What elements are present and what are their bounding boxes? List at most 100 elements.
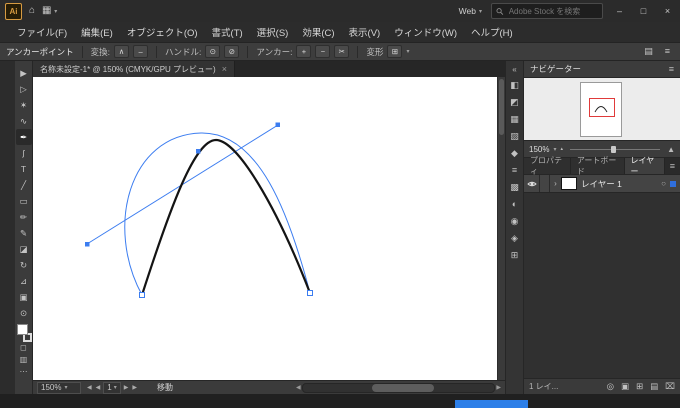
color-panel-icon[interactable]: ◧ <box>510 77 519 94</box>
links-panel-icon[interactable]: ⊞ <box>511 247 519 264</box>
scroll-right-button[interactable]: ▶ <box>496 384 501 391</box>
symbols-panel-icon[interactable]: ◆ <box>511 145 518 162</box>
rotate-tool[interactable]: ↻ <box>16 257 32 273</box>
horizontal-scrollbar[interactable]: ◀ ▶ <box>296 382 501 393</box>
tab-layers[interactable]: レイヤー <box>624 156 665 176</box>
make-mask-icon[interactable]: ▣ <box>621 381 629 392</box>
last-artboard-button[interactable]: ▶ <box>131 384 138 391</box>
edit-toolbar-icon[interactable]: ⋯ <box>20 366 28 378</box>
new-sublayer-icon[interactable]: ⊞ <box>636 381 643 392</box>
chevron-down-icon[interactable]: ▾ <box>553 146 556 153</box>
rectangle-tool[interactable]: ▭ <box>16 193 32 209</box>
menu-item-view[interactable]: 表示(V) <box>342 25 388 39</box>
first-artboard-button[interactable]: ◀ <box>86 384 93 391</box>
navigator-preview[interactable] <box>524 78 680 141</box>
panel-menu-icon[interactable]: ≡ <box>665 46 670 57</box>
layer-thumbnail[interactable] <box>561 177 577 190</box>
menu-item-object[interactable]: オブジェクト(O) <box>120 25 205 39</box>
scale-tool[interactable]: ⊿ <box>16 273 32 289</box>
hide-handles-button[interactable]: ⊘ <box>224 45 240 58</box>
close-button[interactable]: × <box>660 6 675 16</box>
collapse-dock-icon[interactable]: « <box>512 63 516 77</box>
draw-mode-icon[interactable]: ◻ <box>20 342 27 354</box>
prev-artboard-button[interactable]: ◀ <box>95 384 102 391</box>
panel-menu-icon[interactable]: ≡ <box>665 158 680 174</box>
brushes-panel-icon[interactable]: ▨ <box>510 128 519 145</box>
handle-end-right[interactable] <box>275 122 281 128</box>
anchor-point-mid[interactable] <box>196 149 201 154</box>
menu-item-window[interactable]: ウィンドウ(W) <box>387 25 464 39</box>
tab-properties[interactable]: プロパティ <box>524 156 571 176</box>
pencil-tool[interactable]: ✎ <box>16 225 32 241</box>
pen-tool[interactable]: ✒ <box>15 129 32 145</box>
show-handles-button[interactable]: ⊙ <box>205 45 221 58</box>
lasso-tool[interactable]: ∿ <box>16 113 32 129</box>
add-anchor-button[interactable]: + <box>296 45 312 58</box>
menu-item-edit[interactable]: 編集(E) <box>74 25 120 39</box>
arrange-documents-icon[interactable]: ▦ ▾ <box>42 0 57 23</box>
maximize-button[interactable]: □ <box>636 6 651 16</box>
menu-item-effect[interactable]: 効果(C) <box>295 25 341 39</box>
new-layer-icon[interactable]: ▤ <box>650 381 658 392</box>
artboard-number-select[interactable]: 1 ▾ <box>103 381 121 394</box>
zoom-out-icon[interactable]: ▴ <box>560 146 563 152</box>
fill-color-swatch[interactable] <box>16 324 28 335</box>
remove-anchor-button[interactable]: − <box>315 45 331 58</box>
target-circle-icon[interactable]: ○ <box>661 179 666 188</box>
tab-close-icon[interactable]: × <box>222 64 227 74</box>
panel-menu-icon[interactable]: ≡ <box>669 64 674 74</box>
menu-item-type[interactable]: 書式(T) <box>205 25 250 39</box>
artboard-tool[interactable]: ▣ <box>16 289 32 305</box>
convert-to-corner-button[interactable]: ∧ <box>114 45 130 58</box>
color-guide-panel-icon[interactable]: ◩ <box>510 94 519 111</box>
zoom-level-select[interactable]: 150% ▾ <box>37 381 81 394</box>
appearance-panel-icon[interactable]: ◉ <box>511 213 519 230</box>
scroll-left-button[interactable]: ◀ <box>296 384 301 391</box>
type-tool[interactable]: T <box>16 161 32 177</box>
chevron-down-icon[interactable]: ▾ <box>406 48 409 55</box>
convert-to-smooth-button[interactable]: ⌣ <box>133 45 149 58</box>
graphic-styles-panel-icon[interactable]: ◈ <box>511 230 518 247</box>
options-grid-icon[interactable]: ▤ <box>644 46 653 57</box>
artboard[interactable] <box>33 77 505 380</box>
menu-item-help[interactable]: ヘルプ(H) <box>464 25 520 39</box>
tab-artboards[interactable]: アートボード <box>570 156 625 176</box>
workspace-switcher[interactable]: Web ▾ <box>459 6 482 16</box>
eraser-tool[interactable]: ◪ <box>16 241 32 257</box>
swatches-panel-icon[interactable]: ▦ <box>510 111 519 128</box>
paintbrush-tool[interactable]: ✏ <box>16 209 32 225</box>
handle-end-left[interactable] <box>85 242 90 247</box>
transparency-panel-icon[interactable]: ◐ <box>512 196 517 213</box>
cut-path-button[interactable]: ✂ <box>334 45 350 58</box>
gradient-panel-icon[interactable]: ▩ <box>510 179 519 196</box>
navigator-zoom-slider-thumb[interactable] <box>610 145 616 153</box>
selection-tool[interactable]: ▶ <box>16 65 32 81</box>
anchor-point-right[interactable] <box>307 290 313 296</box>
minimize-button[interactable]: – <box>612 6 627 16</box>
navigator-zoom-slider[interactable] <box>570 145 661 153</box>
zoom-tool[interactable]: ⊙ <box>16 305 32 321</box>
home-icon[interactable]: ⌂ <box>29 0 35 22</box>
locate-object-icon[interactable]: ◎ <box>607 381 614 392</box>
vertical-scrollbar-thumb[interactable] <box>499 79 504 135</box>
delete-layer-icon[interactable]: ⌧ <box>665 381 675 392</box>
vertical-scrollbar[interactable] <box>497 77 505 380</box>
transform-label[interactable]: 変形 <box>366 46 383 58</box>
stock-search-box[interactable] <box>491 3 603 19</box>
layer-row[interactable]: › レイヤー 1 ○ <box>524 175 680 193</box>
search-input[interactable] <box>506 5 598 17</box>
direct-selection-tool[interactable]: ▷ <box>16 81 32 97</box>
lock-toggle[interactable] <box>540 175 550 192</box>
navigator-zoom-value[interactable]: 150% <box>529 145 549 154</box>
navigator-panel-header[interactable]: ナビゲーター ≡ <box>524 61 680 78</box>
stroke-panel-icon[interactable]: ≡ <box>512 162 517 179</box>
layer-name[interactable]: レイヤー 1 <box>581 178 622 190</box>
menu-item-select[interactable]: 選択(S) <box>250 25 296 39</box>
align-options-button[interactable]: ⊞ <box>387 45 403 58</box>
zoom-in-icon[interactable]: ▲ <box>667 145 675 154</box>
menu-item-file[interactable]: ファイル(F) <box>10 25 74 39</box>
magic-wand-tool[interactable]: ✶ <box>16 97 32 113</box>
anchor-point-left[interactable] <box>139 292 145 298</box>
expand-chevron-icon[interactable]: › <box>550 179 561 188</box>
next-artboard-button[interactable]: ▶ <box>123 384 130 391</box>
